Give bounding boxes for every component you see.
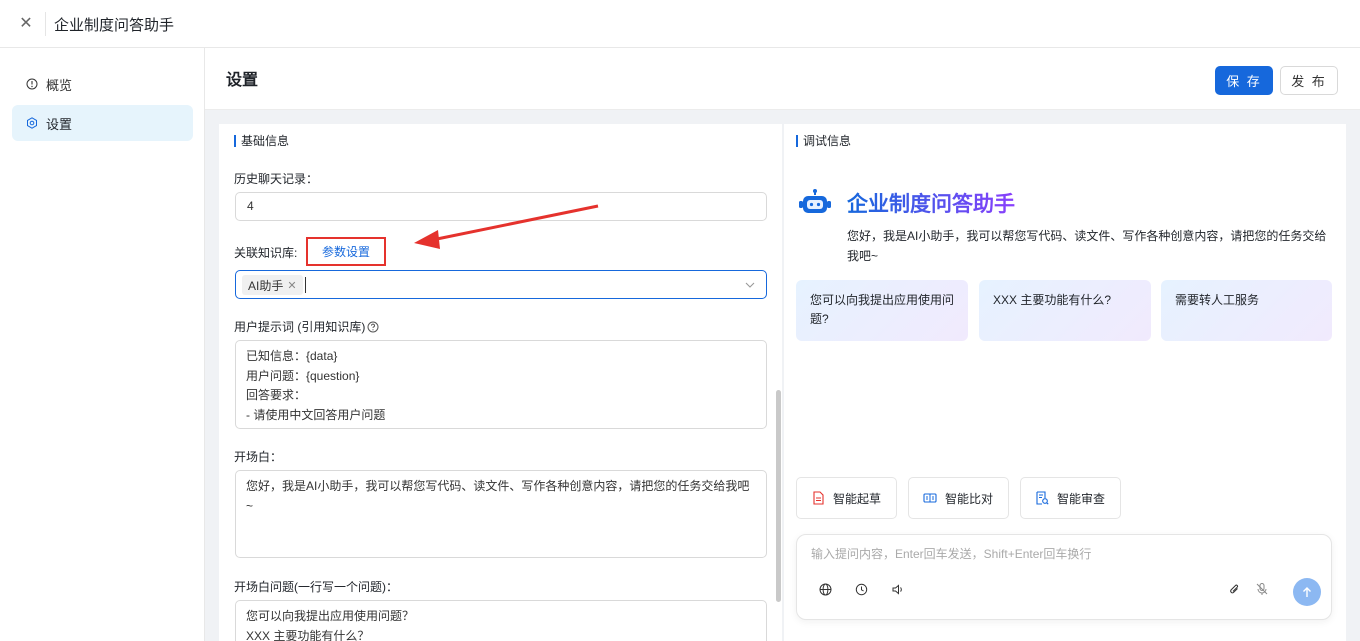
section-title: 调试信息 <box>803 134 852 148</box>
opening-questions-textarea[interactable]: 您可以向我提出应用使用问题？ XXX 主要功能有什么？ <box>235 600 767 641</box>
compare-icon <box>923 491 937 505</box>
sidebar: 概览 设置 <box>0 48 205 641</box>
param-settings-link[interactable]: 参数设置 <box>306 237 386 266</box>
accent-bar <box>234 134 236 147</box>
chevron-down-icon[interactable] <box>744 279 756 291</box>
question-line: 您可以向我提出应用使用问题？ <box>246 609 415 623</box>
opening-label: 开场白： <box>234 450 283 464</box>
save-button[interactable]: 保 存 <box>1215 66 1273 95</box>
scrollbar[interactable] <box>776 390 781 602</box>
sidebar-item-overview[interactable]: 概览 <box>12 66 193 102</box>
window-title: 企业制度问答助手 <box>54 17 175 34</box>
prompt-label-row: 用户提示词 (引用知识库) <box>234 318 379 335</box>
attachment-icon[interactable] <box>1226 581 1242 597</box>
smart-compare-button[interactable]: 智能比对 <box>908 477 1009 519</box>
speaker-icon[interactable] <box>889 581 905 597</box>
close-icon[interactable]: ✕ <box>16 14 36 34</box>
debug-panel: 调试信息 企业制度问答助手 您好，我是AI小助手，我可以帮您写代码、读文件、写作… <box>784 124 1346 641</box>
page-header: 设置 保 存 发 布 <box>205 48 1360 110</box>
title-bar: ✕ 企业制度问答助手 <box>0 0 1360 48</box>
prompt-line: 用户问题：{question} <box>246 368 360 383</box>
arrow-up-icon <box>1303 587 1311 597</box>
tag-remove-icon[interactable]: ✕ <box>287 279 296 292</box>
microphone-off-icon[interactable] <box>1254 581 1270 597</box>
history-clock-icon[interactable] <box>853 581 869 597</box>
review-icon <box>1035 491 1049 505</box>
kb-label: 关联知识库: <box>234 246 298 260</box>
prompt-label: 用户提示词 (引用知识库) <box>234 320 366 334</box>
robot-icon <box>799 189 831 213</box>
suggestion-card[interactable]: 需要转人工服务 <box>1161 280 1332 341</box>
tool-label: 智能审查 <box>1057 491 1106 506</box>
text-caret <box>305 277 306 293</box>
history-input[interactable]: 4 <box>235 192 767 221</box>
prompt-line: - 请使用中文回答用户问题 <box>246 407 386 422</box>
kb-tag: AI助手 ✕ <box>242 275 303 295</box>
page-title: 设置 <box>226 72 259 89</box>
kb-tag-label: AI助手 <box>248 278 284 293</box>
prompt-line: 已知信息：{data} <box>246 349 338 363</box>
assistant-title: 企业制度问答助手 <box>847 188 1015 218</box>
history-label: 历史聊天记录： <box>234 172 319 186</box>
accent-bar <box>796 134 798 147</box>
globe-icon[interactable] <box>817 581 833 597</box>
smart-draft-button[interactable]: 智能起草 <box>796 477 897 519</box>
suggestion-card[interactable]: XXX 主要功能有什么? <box>979 280 1151 341</box>
document-icon <box>811 491 825 505</box>
chat-input-box <box>796 534 1332 620</box>
gear-icon <box>26 117 38 129</box>
publish-button[interactable]: 发 布 <box>1280 66 1338 95</box>
chat-input[interactable] <box>811 547 1311 561</box>
tool-label: 智能起草 <box>833 491 882 506</box>
info-circle-icon <box>26 78 38 90</box>
opening-questions-label: 开场白问题(一行写一个问题)： <box>234 580 398 594</box>
assistant-greeting: 您好，我是AI小助手，我可以帮您写代码、读文件、写作各种创意内容，请把您的任务交… <box>847 229 1327 263</box>
smart-review-button[interactable]: 智能审查 <box>1020 477 1121 519</box>
sidebar-item-label: 设置 <box>46 116 73 132</box>
knowledge-base-select[interactable]: AI助手 ✕ <box>235 270 767 299</box>
tool-label: 智能比对 <box>945 491 994 506</box>
history-value: 4 <box>247 199 254 213</box>
section-header: 基础信息 <box>234 132 289 149</box>
sidebar-item-settings[interactable]: 设置 <box>12 105 193 141</box>
suggestion-card[interactable]: 您可以向我提出应用使用问题? <box>796 280 968 341</box>
section-title: 基础信息 <box>241 134 290 148</box>
prompt-textarea[interactable]: 已知信息：{data} 用户问题：{question} 回答要求： - 请使用中… <box>235 340 767 429</box>
question-line: XXX 主要功能有什么？ <box>246 628 370 641</box>
divider <box>45 12 46 36</box>
send-button[interactable] <box>1293 578 1321 606</box>
help-icon[interactable] <box>367 321 379 333</box>
opening-textarea[interactable]: 您好，我是AI小助手，我可以帮您写代码、读文件、写作各种创意内容，请把您的任务交… <box>235 470 767 558</box>
sidebar-item-label: 概览 <box>46 77 73 93</box>
basic-info-panel: 基础信息 历史聊天记录： 4 关联知识库: 参数设置 AI助手 ✕ 用户提示词 … <box>219 124 782 641</box>
section-header: 调试信息 <box>796 132 851 149</box>
opening-text: 您好，我是AI小助手，我可以帮您写代码、读文件、写作各种创意内容，请把您的任务交… <box>246 479 750 513</box>
prompt-line: 回答要求： <box>246 388 307 402</box>
